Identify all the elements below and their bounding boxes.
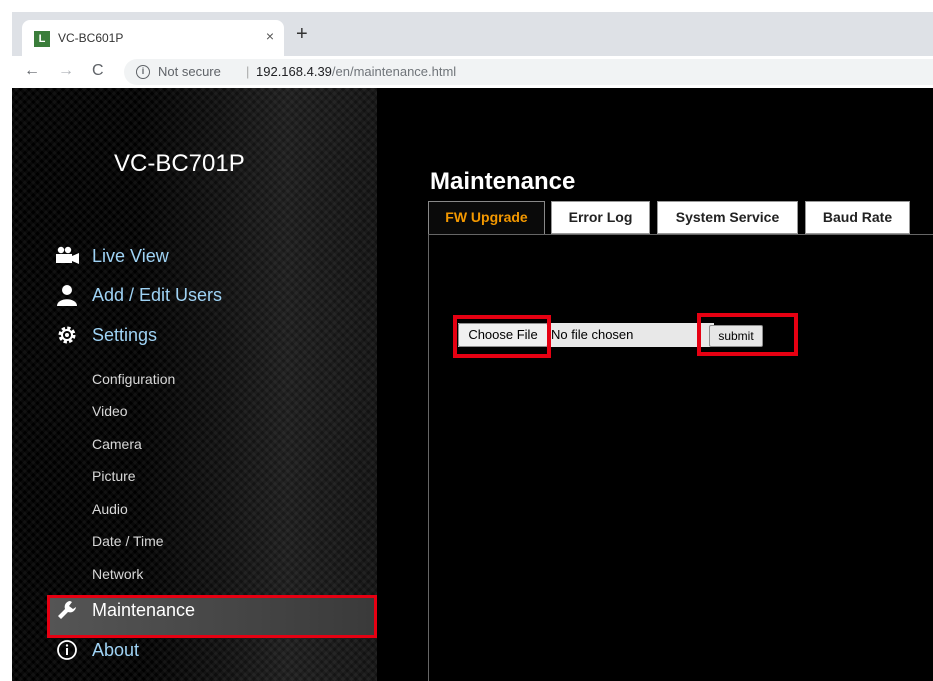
settings-video-link[interactable]: Video	[92, 403, 128, 419]
tab-error-log[interactable]: Error Log	[551, 201, 650, 234]
tab-close-icon[interactable]: ×	[266, 28, 274, 44]
sidebar-item-label: About	[92, 640, 140, 660]
settings-audio-link[interactable]: Audio	[92, 501, 128, 517]
fw-upgrade-panel	[428, 234, 933, 681]
file-status-text: No file chosen	[551, 327, 634, 342]
forward-button[interactable]: →	[58, 62, 74, 80]
sidebar-item-label: Add / Edit Users	[92, 285, 223, 305]
browser-toolbar: ← → C i Not secure | 192.168.4.39/en/mai…	[12, 56, 933, 88]
settings-camera-link[interactable]: Camera	[92, 436, 142, 452]
model-name: VC-BC701P	[114, 150, 245, 177]
new-tab-button[interactable]: +	[296, 24, 308, 44]
url-path: /en/maintenance.html	[331, 64, 457, 79]
sidebar-item-about[interactable]: About	[54, 637, 354, 665]
page-title: Maintenance	[430, 168, 576, 195]
back-button[interactable]: ←	[24, 62, 40, 80]
maintenance-tabs: FW Upgrade Error Log System Service Baud…	[428, 201, 933, 234]
info-icon	[54, 639, 80, 663]
sidebar-item-label: Settings	[92, 325, 158, 345]
tab-baud-rate[interactable]: Baud Rate	[805, 201, 910, 234]
security-label: Not secure	[158, 64, 221, 79]
settings-date-time-link[interactable]: Date / Time	[92, 533, 164, 549]
sidebar-item-maintenance[interactable]: Maintenance	[54, 597, 354, 625]
info-icon[interactable]: i	[136, 65, 150, 79]
camera-icon	[54, 245, 80, 269]
settings-picture-link[interactable]: Picture	[92, 468, 136, 484]
settings-configuration-link[interactable]: Configuration	[92, 371, 175, 387]
browser-tab[interactable]: L VC-BC601P ×	[22, 20, 284, 58]
url-host: 192.168.4.39	[256, 64, 332, 79]
tab-fw-upgrade[interactable]: FW Upgrade	[428, 201, 545, 234]
address-bar[interactable]: i Not secure | 192.168.4.39/en/maintenan…	[124, 59, 933, 85]
settings-network-link[interactable]: Network	[92, 566, 143, 582]
favicon-icon: L	[34, 31, 50, 47]
sidebar: VC-BC701P Live View Add / Edit Users Set…	[12, 88, 377, 681]
reload-button[interactable]: C	[92, 62, 104, 80]
web-page: VC-BC701P Live View Add / Edit Users Set…	[12, 88, 933, 681]
sidebar-item-label: Live View	[92, 246, 169, 266]
sidebar-item-users[interactable]: Add / Edit Users	[54, 282, 354, 310]
submit-highlight	[697, 313, 798, 356]
url-text[interactable]: 192.168.4.39/en/maintenance.html	[256, 64, 456, 79]
sidebar-item-live-view[interactable]: Live View	[54, 243, 354, 271]
address-separator: |	[246, 64, 250, 79]
tab-system-service[interactable]: System Service	[657, 201, 798, 234]
tab-title: VC-BC601P	[58, 31, 124, 45]
choose-file-highlight	[453, 315, 551, 358]
wrench-icon	[54, 599, 80, 623]
sidebar-item-label: Maintenance	[92, 600, 196, 620]
user-icon	[54, 284, 80, 308]
gear-icon	[54, 324, 80, 348]
sidebar-item-settings[interactable]: Settings	[54, 322, 354, 350]
browser-chrome: L VC-BC601P × + ← → C i Not secure | 192…	[12, 12, 933, 88]
